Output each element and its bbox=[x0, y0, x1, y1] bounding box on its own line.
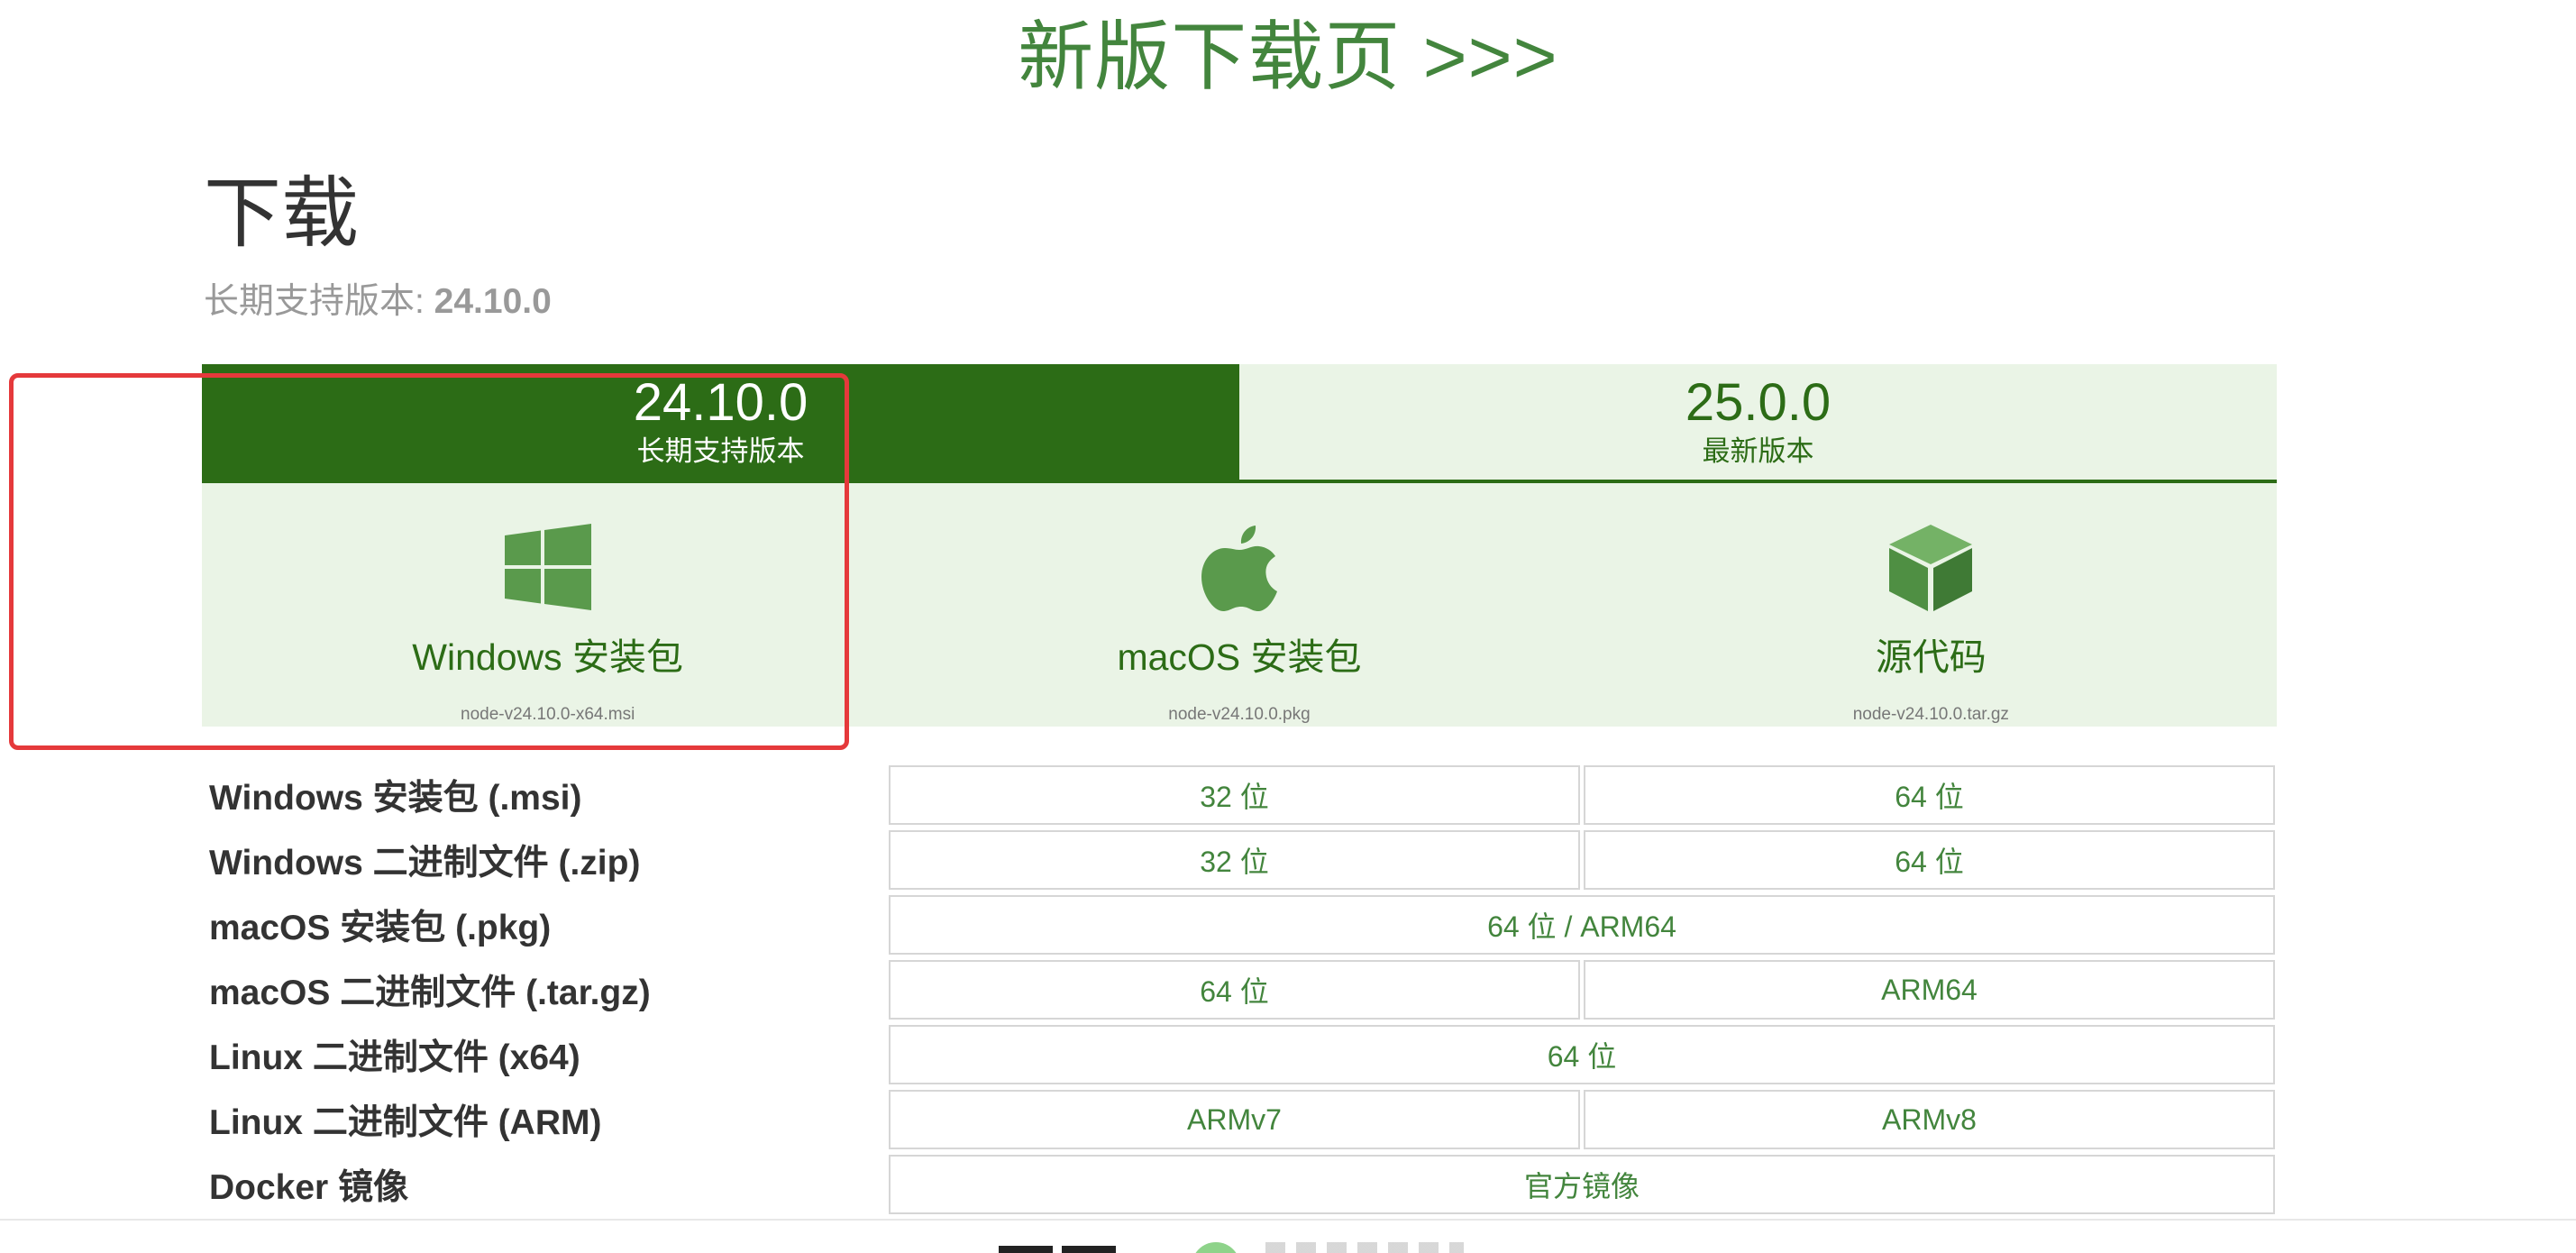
footer-cutoff-text bbox=[999, 1240, 1143, 1253]
download-link-macos-tar-64[interactable]: 64 位 bbox=[889, 960, 1580, 1020]
source-code-title: 源代码 bbox=[1875, 636, 1987, 678]
page-title: 下载 bbox=[204, 170, 359, 257]
tab-current-version: 25.0.0 bbox=[1685, 373, 1832, 432]
download-link-windows-msi-64[interactable]: 64 位 bbox=[1584, 765, 2275, 825]
table-row: Docker 镜像 官方镜像 bbox=[204, 1152, 2277, 1217]
table-row: macOS 二进制文件 (.tar.gz) 64 位 ARM64 bbox=[204, 957, 2277, 1022]
tab-current[interactable]: 25.0.0 最新版本 bbox=[1239, 364, 2277, 480]
download-link-linux-x64[interactable]: 64 位 bbox=[889, 1025, 2275, 1084]
windows-installer-title: Windows 安装包 bbox=[412, 636, 684, 678]
source-code-filename: node-v24.10.0.tar.gz bbox=[1852, 705, 2009, 724]
windows-installer-filename: node-v24.10.0-x64.msi bbox=[461, 705, 635, 724]
tab-current-label: 最新版本 bbox=[1702, 435, 1814, 467]
tab-lts-version: 24.10.0 bbox=[633, 373, 808, 432]
download-link-windows-zip-64[interactable]: 64 位 bbox=[1584, 830, 2275, 890]
table-row: Linux 二进制文件 (x64) 64 位 bbox=[204, 1022, 2277, 1087]
windows-installer-card[interactable]: Windows 安装包 node-v24.10.0-x64.msi bbox=[202, 483, 893, 727]
source-code-card[interactable]: 源代码 node-v24.10.0.tar.gz bbox=[1585, 483, 2277, 727]
macos-installer-title: macOS 安装包 bbox=[1117, 636, 1362, 678]
macos-installer-card[interactable]: macOS 安装包 node-v24.10.0.pkg bbox=[893, 483, 1585, 727]
windows-icon bbox=[504, 524, 591, 610]
row-label-docker: Docker 镜像 bbox=[209, 1168, 409, 1207]
new-download-page-link[interactable]: 新版下载页 >>> bbox=[0, 7, 2576, 106]
macos-installer-filename: node-v24.10.0.pkg bbox=[1168, 705, 1311, 724]
downloads-table: Windows 安装包 (.msi) 32 位 64 位 Windows 二进制… bbox=[204, 763, 2277, 1217]
box-icon bbox=[1889, 525, 1973, 611]
row-label-macos-pkg: macOS 安装包 (.pkg) bbox=[209, 909, 552, 947]
row-label-linux-arm: Linux 二进制文件 (ARM) bbox=[209, 1103, 602, 1142]
apple-icon bbox=[1201, 526, 1277, 611]
download-link-windows-msi-32[interactable]: 32 位 bbox=[889, 765, 1580, 825]
row-label-macos-tar: macOS 二进制文件 (.tar.gz) bbox=[209, 974, 651, 1012]
download-link-docker[interactable]: 官方镜像 bbox=[889, 1155, 2275, 1214]
download-link-macos-tar-arm64[interactable]: ARM64 bbox=[1584, 960, 2275, 1020]
table-row: Windows 安装包 (.msi) 32 位 64 位 bbox=[204, 763, 2277, 828]
footer-divider bbox=[0, 1219, 2576, 1221]
footer-cutoff-text-2 bbox=[1265, 1242, 1464, 1253]
footer-cutoff-icon bbox=[1192, 1242, 1240, 1253]
row-label-linux-x64: Linux 二进制文件 (x64) bbox=[209, 1038, 580, 1077]
lts-version-number: 24.10.0 bbox=[434, 282, 552, 321]
download-link-linux-armv7[interactable]: ARMv7 bbox=[889, 1090, 1580, 1149]
lts-prefix: 长期支持版本: bbox=[204, 282, 434, 321]
version-tabs: 24.10.0 长期支持版本 25.0.0 最新版本 bbox=[202, 364, 2277, 483]
lts-version-text: 长期支持版本: 24.10.0 bbox=[204, 279, 552, 325]
tab-lts[interactable]: 24.10.0 长期支持版本 bbox=[202, 364, 1239, 480]
table-row: Windows 二进制文件 (.zip) 32 位 64 位 bbox=[204, 828, 2277, 892]
download-link-windows-zip-32[interactable]: 32 位 bbox=[889, 830, 1580, 890]
table-row: macOS 安装包 (.pkg) 64 位 / ARM64 bbox=[204, 892, 2277, 957]
download-cards: Windows 安装包 node-v24.10.0-x64.msi macOS … bbox=[202, 483, 2277, 727]
table-row: Linux 二进制文件 (ARM) ARMv7 ARMv8 bbox=[204, 1087, 2277, 1152]
row-label-windows-msi: Windows 安装包 (.msi) bbox=[209, 779, 582, 818]
row-label-windows-zip: Windows 二进制文件 (.zip) bbox=[209, 844, 641, 883]
download-page: 新版下载页 >>> 下载 长期支持版本: 24.10.0 24.10.0 长期支… bbox=[0, 0, 2576, 1253]
tab-lts-label: 长期支持版本 bbox=[636, 435, 805, 467]
download-link-macos-pkg[interactable]: 64 位 / ARM64 bbox=[889, 895, 2275, 955]
download-link-linux-armv8[interactable]: ARMv8 bbox=[1584, 1090, 2275, 1149]
